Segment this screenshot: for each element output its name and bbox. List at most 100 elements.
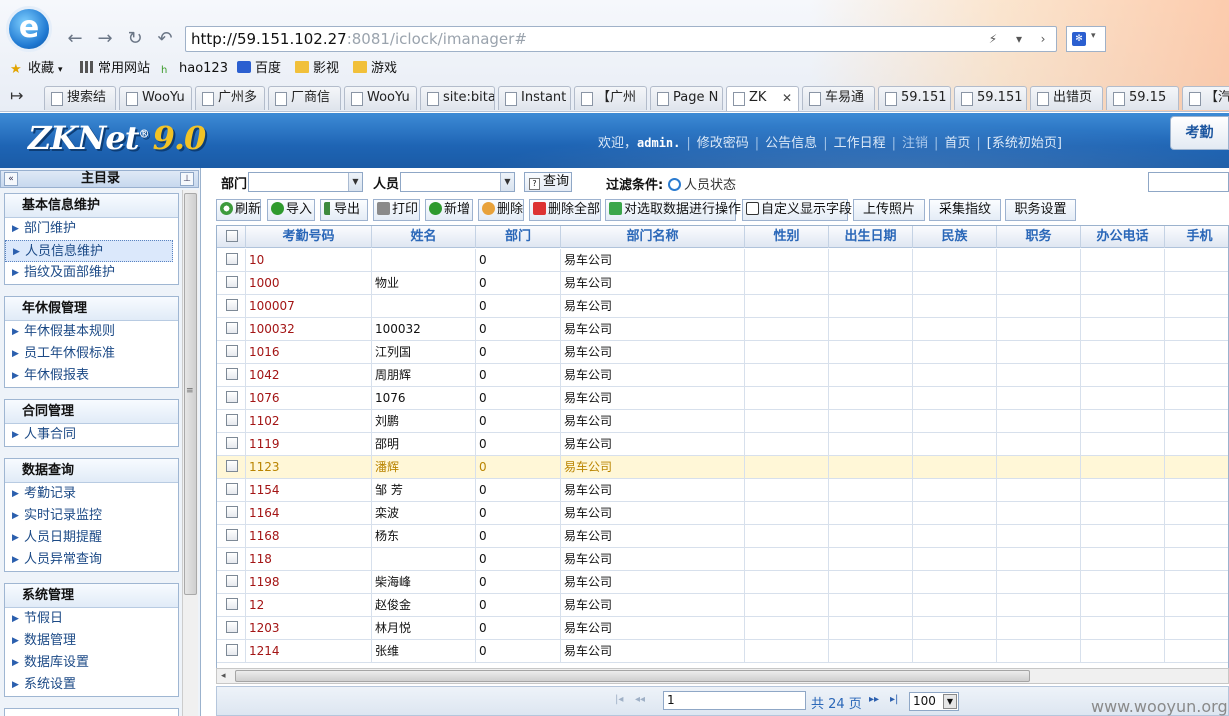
table-row[interactable]: 1154 邹 芳 0 易车公司: [217, 479, 1228, 502]
forward-icon[interactable]: →: [94, 28, 116, 50]
lightning-icon[interactable]: ⚡: [982, 27, 1004, 51]
col-header[interactable]: 姓名: [372, 226, 476, 248]
menu-group-title[interactable]: 年休假管理: [5, 297, 178, 321]
table-row[interactable]: 1168 杨东 0 易车公司: [217, 525, 1228, 548]
row-checkbox[interactable]: [226, 529, 238, 541]
sidebar-item-hr-contract[interactable]: 人事合同: [5, 424, 178, 446]
chevron-down-icon[interactable]: ▼: [348, 173, 362, 191]
tab-11[interactable]: 59.151: [878, 86, 951, 110]
sidebar-item-data-management[interactable]: 数据管理: [5, 630, 178, 652]
bookmark-games[interactable]: 游戏: [353, 60, 397, 78]
prev-page-icon[interactable]: ◂◂: [635, 694, 645, 705]
menu-group-title[interactable]: 数据查询: [5, 459, 178, 483]
person-status-filter[interactable]: 人员状态: [668, 174, 736, 193]
search-engine-box[interactable]: ✻ ▾: [1066, 26, 1106, 52]
menu-group-title[interactable]: 合同管理: [5, 400, 178, 424]
table-row[interactable]: 12 赵俊金 0 易车公司: [217, 594, 1228, 617]
delete-button[interactable]: 删除: [478, 199, 524, 221]
table-row[interactable]: 1123 潘辉 0 易车公司: [217, 456, 1228, 479]
tab-active[interactable]: ZK ✕: [726, 86, 799, 111]
col-header[interactable]: 办公电话: [1081, 226, 1165, 248]
tab-3[interactable]: 厂商信: [268, 86, 341, 110]
tab-2[interactable]: 广州多: [195, 86, 265, 110]
table-row[interactable]: 1000 物业 0 易车公司: [217, 272, 1228, 295]
sidebar-item-person-info[interactable]: 人员信息维护: [5, 240, 173, 263]
row-checkbox[interactable]: [226, 575, 238, 587]
row-checkbox[interactable]: [226, 437, 238, 449]
table-row[interactable]: 1119 邵明 0 易车公司: [217, 433, 1228, 456]
batch-operation-button[interactable]: 对选取数据进行操作: [605, 199, 741, 221]
table-row[interactable]: 10 0 易车公司: [217, 249, 1228, 272]
chevron-down-icon[interactable]: ▼: [943, 694, 957, 709]
row-checkbox[interactable]: [226, 368, 238, 380]
sidebar-item-leave-standard[interactable]: 员工年休假标准: [5, 343, 178, 365]
chevron-down-icon[interactable]: ▾: [1091, 31, 1096, 41]
export-button[interactable]: 导出: [320, 199, 368, 221]
sidebar-item-date-reminder[interactable]: 人员日期提醒: [5, 527, 178, 549]
table-row[interactable]: 100032 100032 0 易车公司: [217, 318, 1228, 341]
sidebar-scrollbar[interactable]: ≡: [182, 190, 198, 716]
sidebar-item-database-settings[interactable]: 数据库设置: [5, 652, 178, 674]
menu-group-title[interactable]: 系统管理: [5, 584, 178, 608]
col-header[interactable]: 民族: [913, 226, 997, 248]
link-announcements[interactable]: 公告信息: [765, 136, 817, 151]
bookmark-favorites[interactable]: ★ 收藏 ▾: [10, 60, 63, 79]
sidebar-item-holidays[interactable]: 节假日: [5, 608, 178, 630]
row-checkbox[interactable]: [226, 598, 238, 610]
col-header[interactable]: 性别: [745, 226, 829, 248]
back-icon[interactable]: ←: [64, 28, 86, 50]
tab-5[interactable]: site:bita: [420, 86, 495, 110]
sidebar-item-leave-rules[interactable]: 年休假基本规则: [5, 321, 178, 343]
tab-4[interactable]: WooYu: [344, 86, 417, 110]
sidebar-item-realtime-monitor[interactable]: 实时记录监控: [5, 505, 178, 527]
row-checkbox[interactable]: [226, 276, 238, 288]
query-button[interactable]: ? 查询: [524, 172, 572, 192]
sidebar-item-exception-query[interactable]: 人员异常查询: [5, 549, 178, 571]
bookmark-hao123[interactable]: h hao123: [161, 60, 228, 78]
close-icon[interactable]: ✕: [782, 87, 792, 109]
tab-8[interactable]: Page N: [650, 86, 723, 110]
link-home[interactable]: 首页: [944, 136, 970, 151]
bookmark-baidu[interactable]: 百度: [237, 60, 281, 78]
table-row[interactable]: 1016 江列国 0 易车公司: [217, 341, 1228, 364]
row-checkbox[interactable]: [226, 506, 238, 518]
menu-group-title[interactable]: 基本信息维护: [5, 194, 178, 218]
col-header[interactable]: 部门名称: [561, 226, 745, 248]
tab-7[interactable]: 【广州: [574, 86, 647, 110]
row-checkbox[interactable]: [226, 621, 238, 633]
sidebar-item-dept[interactable]: 部门维护: [5, 218, 178, 240]
tab-14[interactable]: 59.15: [1106, 86, 1179, 110]
col-header[interactable]: 考勤号码: [246, 226, 372, 248]
table-row[interactable]: 1198 柴海峰 0 易车公司: [217, 571, 1228, 594]
collect-fingerprint-button[interactable]: 采集指纹: [929, 199, 1001, 221]
table-row[interactable]: 1102 刘鹏 0 易车公司: [217, 410, 1228, 433]
sidebar-item-fingerprint[interactable]: 指纹及面部维护: [5, 262, 178, 284]
first-page-icon[interactable]: |◂: [615, 694, 623, 705]
link-logout[interactable]: 注销: [902, 136, 928, 151]
table-row[interactable]: 100007 0 易车公司: [217, 295, 1228, 318]
tab-13[interactable]: 出错页: [1030, 86, 1103, 110]
custom-fields-button[interactable]: 自定义显示字段: [742, 199, 852, 221]
attendance-button[interactable]: 考勤: [1170, 116, 1229, 150]
link-system-start[interactable]: [系统初始页]: [987, 136, 1062, 151]
last-page-icon[interactable]: ▸|: [890, 694, 898, 705]
refresh-button[interactable]: 刷新: [216, 199, 261, 221]
table-row[interactable]: 1203 林月悦 0 易车公司: [217, 617, 1228, 640]
col-header[interactable]: 职务: [997, 226, 1081, 248]
add-button[interactable]: 新增: [425, 199, 473, 221]
row-checkbox[interactable]: [226, 644, 238, 656]
page-number-input[interactable]: 1: [663, 691, 806, 710]
row-checkbox[interactable]: [226, 253, 238, 265]
scrollbar-thumb[interactable]: [235, 670, 1030, 682]
print-button[interactable]: 打印: [373, 199, 420, 221]
delete-all-button[interactable]: 删除全部: [529, 199, 601, 221]
row-checkbox[interactable]: [226, 460, 238, 472]
go-icon[interactable]: ›: [1032, 27, 1054, 51]
tab-15[interactable]: 【汽: [1182, 86, 1229, 110]
col-header[interactable]: 部门: [476, 226, 561, 248]
table-row[interactable]: 1076 1076 0 易车公司: [217, 387, 1228, 410]
tab-6[interactable]: Instant: [498, 86, 571, 110]
table-row[interactable]: 1042 周朋辉 0 易车公司: [217, 364, 1228, 387]
link-schedule[interactable]: 工作日程: [834, 136, 886, 151]
row-checkbox[interactable]: [226, 299, 238, 311]
